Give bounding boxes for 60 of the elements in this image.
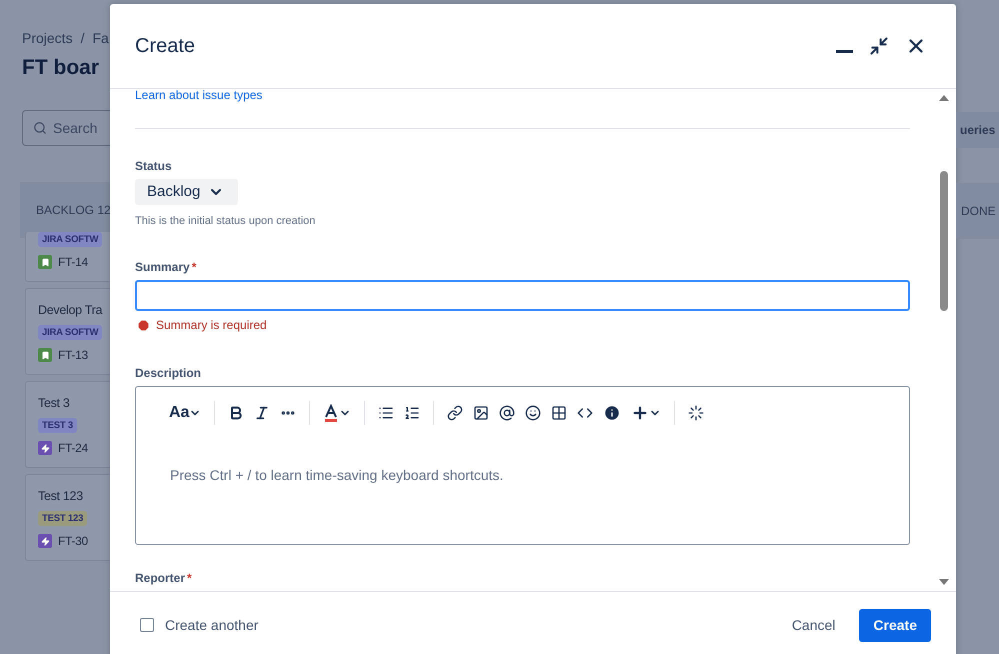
breadcrumb-link[interactable]: Fa <box>92 30 109 46</box>
field-label: Summary * <box>135 260 198 274</box>
card-tag: JIRA SOFTW <box>38 232 102 247</box>
collapse-arrows-icon <box>869 36 889 56</box>
bullet-list-icon <box>378 405 394 421</box>
text-color-icon <box>323 404 340 422</box>
info-icon <box>603 404 622 422</box>
checkbox[interactable] <box>140 618 154 632</box>
table-icon <box>551 405 568 421</box>
error-message: Summary is required <box>156 318 267 332</box>
field-label: Reporter * <box>135 571 193 585</box>
card-summary: Test 123 <box>38 489 84 503</box>
smiley-icon <box>525 405 542 421</box>
helper-text: This is the initial status upon creation <box>135 214 316 227</box>
column-header: DONE <box>956 183 999 239</box>
field-label: Status <box>135 159 173 173</box>
card-summary: Test 3 <box>38 396 71 410</box>
description-editor[interactable]: Aa Press Ctrl + / to learn time-saving keyboard shortcuts. <box>135 386 910 545</box>
required-asterisk: * <box>192 260 196 274</box>
dialog-title: Create <box>135 34 196 58</box>
issue-card[interactable]: Test 123 TEST 123 FT-30 <box>25 474 110 561</box>
checkbox-label[interactable]: Create another <box>165 617 768 633</box>
numbered-list-icon <box>404 405 420 421</box>
status-dropdown[interactable]: Backlog <box>135 179 238 205</box>
queries-button[interactable]: ueries <box>956 112 999 148</box>
board-title: FT boar <box>22 56 100 80</box>
italic-icon <box>254 405 270 421</box>
plus-icon <box>631 404 650 422</box>
error-icon <box>137 318 150 332</box>
issue-key: FT-24 <box>58 441 88 455</box>
issue-card[interactable]: Test 3 TEST 3 FT-24 <box>25 381 110 468</box>
link-icon <box>447 405 464 421</box>
issue-card[interactable]: JIRA SOFTW FT-14 <box>25 232 110 282</box>
issue-key: FT-14 <box>58 255 88 269</box>
text-style-button[interactable]: Aa <box>164 401 206 425</box>
summary-input[interactable] <box>135 280 910 311</box>
at-sign-icon <box>499 405 516 421</box>
card-tag: JIRA SOFTW <box>38 325 102 340</box>
minimize-icon <box>836 50 853 52</box>
issue-key: FT-30 <box>58 534 88 548</box>
breadcrumb-link[interactable]: Projects <box>22 30 73 46</box>
breadcrumb-separator: / <box>80 30 84 46</box>
create-button[interactable]: Create <box>859 608 931 642</box>
card-tag: TEST 3 <box>38 418 78 433</box>
issue-key: FT-13 <box>58 348 88 362</box>
scrollbar-thumb[interactable] <box>940 171 948 311</box>
scroll-up-icon[interactable] <box>939 95 949 101</box>
editor-placeholder: Press Ctrl + / to learn time-saving keyboard shortcuts. <box>170 467 504 483</box>
search-icon <box>33 121 47 135</box>
cancel-button[interactable]: Cancel <box>778 608 850 642</box>
card-summary: Develop Tra <box>38 303 104 317</box>
learn-link[interactable]: Learn about issue types <box>135 89 262 102</box>
card-tag: TEST 123 <box>38 511 88 526</box>
bold-icon <box>228 405 244 421</box>
loader-icon <box>688 405 704 421</box>
image-icon <box>473 405 490 421</box>
required-asterisk: * <box>187 571 192 585</box>
scroll-down-icon[interactable] <box>939 579 949 585</box>
field-label: Description <box>135 366 202 380</box>
issue-card[interactable]: Develop Tra JIRA SOFTW FT-13 <box>25 288 110 375</box>
